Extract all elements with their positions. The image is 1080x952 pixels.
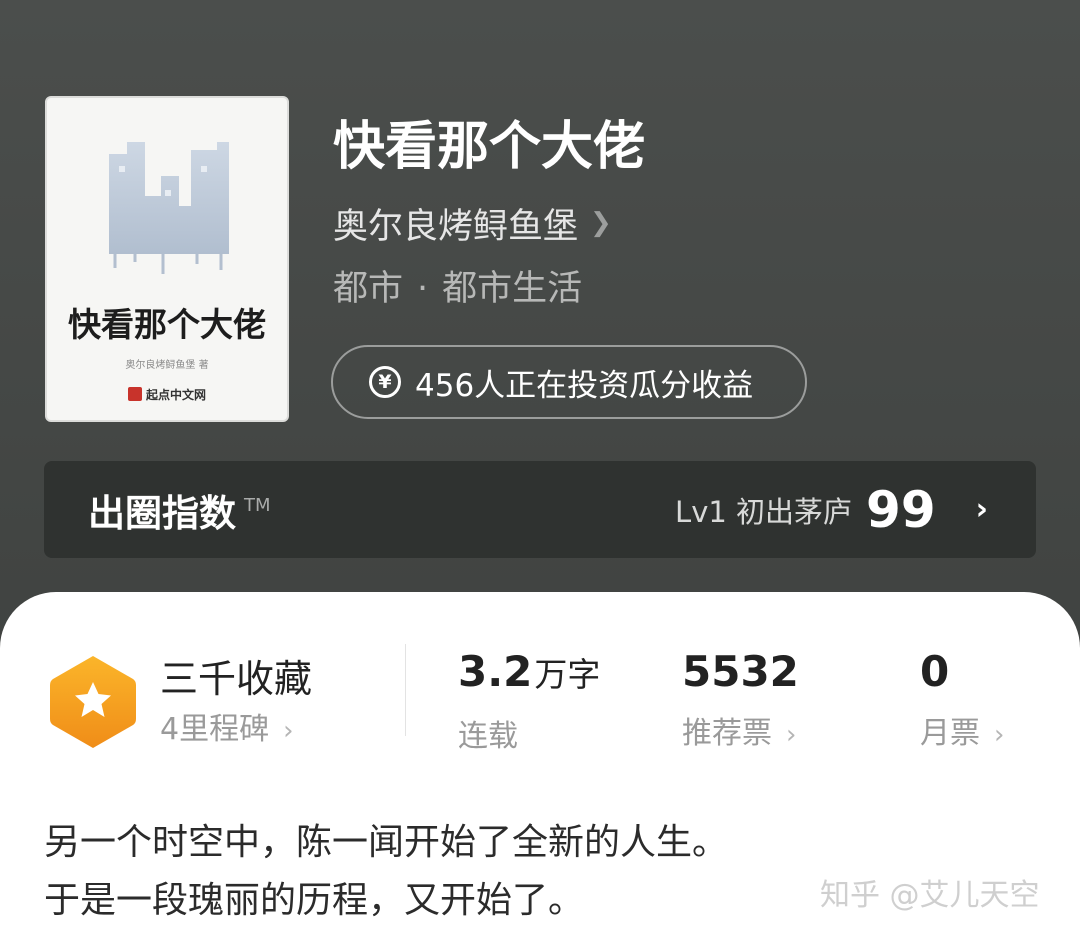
milestone-link[interactable]: 4里程碑 › bbox=[160, 704, 294, 748]
monthly-votes-label: 月票 bbox=[920, 716, 980, 751]
word-count-value: 3.2 bbox=[458, 647, 533, 696]
cover-author: 奥尔良烤鲟鱼堡 著 bbox=[125, 360, 209, 371]
recommend-votes-stat[interactable]: 5532 推荐票 › bbox=[682, 646, 799, 752]
chevron-right-icon: ❯ bbox=[590, 208, 612, 238]
genre-separator: · bbox=[417, 269, 429, 309]
cover-publisher: 起点中文网 bbox=[47, 386, 287, 403]
book-synopsis[interactable]: 另一个时空中，陈一闻开始了全新的人生。 于是一段瑰丽的历程，又开始了。 bbox=[44, 814, 728, 930]
book-stats-card: 三千收藏 4里程碑 › 3.2万字 连载 5532 推荐票 › 0 月票 › 另一个时… bbox=[0, 592, 1080, 952]
recommend-votes-label-row: 推荐票 › bbox=[682, 708, 799, 752]
zhihu-watermark: 知乎 @艾儿天空 bbox=[820, 878, 1040, 913]
publisher-logo-icon bbox=[127, 387, 142, 401]
recommend-votes-label: 推荐票 bbox=[682, 716, 772, 751]
index-score: 99 bbox=[866, 480, 936, 539]
chevron-right-icon: › bbox=[975, 492, 988, 527]
milestone-label: 4里程碑 bbox=[160, 712, 270, 747]
genre-sub[interactable]: 都市生活 bbox=[442, 269, 582, 309]
synopsis-line: 于是一段瑰丽的历程，又开始了。 bbox=[44, 880, 585, 921]
word-count-value-row: 3.2万字 bbox=[458, 646, 600, 701]
author-name: 奥尔良烤鲟鱼堡 bbox=[333, 206, 579, 247]
yen-circle-icon: ¥ bbox=[369, 366, 401, 398]
word-count-unit: 万字 bbox=[534, 655, 601, 694]
invest-button[interactable]: ¥ 456人正在投资瓜分收益 bbox=[331, 345, 807, 419]
genre-tags: 都市 · 都市生活 bbox=[333, 264, 582, 314]
favorites-title: 三千收藏 bbox=[160, 657, 313, 701]
genre-main[interactable]: 都市 bbox=[333, 269, 403, 309]
publisher-name: 起点中文网 bbox=[145, 388, 206, 402]
book-header: 快看那个大佬 奥尔良烤鲟鱼堡 著 起点中文网 快看那个大佬 奥尔良烤鲟鱼堡 ❯ … bbox=[0, 0, 1080, 640]
index-value-group: Lv1 初出茅庐 99 › bbox=[675, 481, 988, 539]
book-cover[interactable]: 快看那个大佬 奥尔良烤鲟鱼堡 著 起点中文网 bbox=[45, 96, 289, 422]
invest-text: 456人正在投资瓜分收益 bbox=[415, 367, 754, 404]
monthly-votes-stat[interactable]: 0 月票 › bbox=[920, 646, 1004, 752]
index-level: Lv1 初出茅庐 bbox=[675, 494, 853, 529]
star-hexagon-badge-icon[interactable] bbox=[48, 654, 138, 750]
stats-divider bbox=[405, 644, 406, 736]
book-title: 快看那个大佬 bbox=[333, 116, 646, 177]
author-link[interactable]: 奥尔良烤鲟鱼堡 ❯ bbox=[333, 198, 612, 248]
recommend-votes-value: 5532 bbox=[682, 647, 799, 696]
monthly-votes-value: 0 bbox=[920, 647, 950, 696]
cover-title: 快看那个大佬 bbox=[68, 305, 266, 344]
chevron-right-icon: › bbox=[994, 720, 1005, 750]
chevron-right-icon: › bbox=[283, 716, 294, 746]
serial-status-label: 连载 bbox=[458, 719, 518, 754]
popularity-index-bar[interactable]: 出圈指数 TM Lv1 初出茅庐 99 › bbox=[44, 461, 1036, 558]
index-label: 出圈指数 bbox=[88, 491, 236, 535]
word-count-stat: 3.2万字 连载 bbox=[458, 646, 600, 755]
synopsis-line: 另一个时空中，陈一闻开始了全新的人生。 bbox=[44, 822, 729, 863]
trademark-mark: TM bbox=[244, 495, 271, 516]
cover-city-illustration bbox=[109, 142, 229, 274]
monthly-votes-label-row: 月票 › bbox=[920, 708, 1004, 752]
chevron-right-icon: › bbox=[786, 720, 797, 750]
